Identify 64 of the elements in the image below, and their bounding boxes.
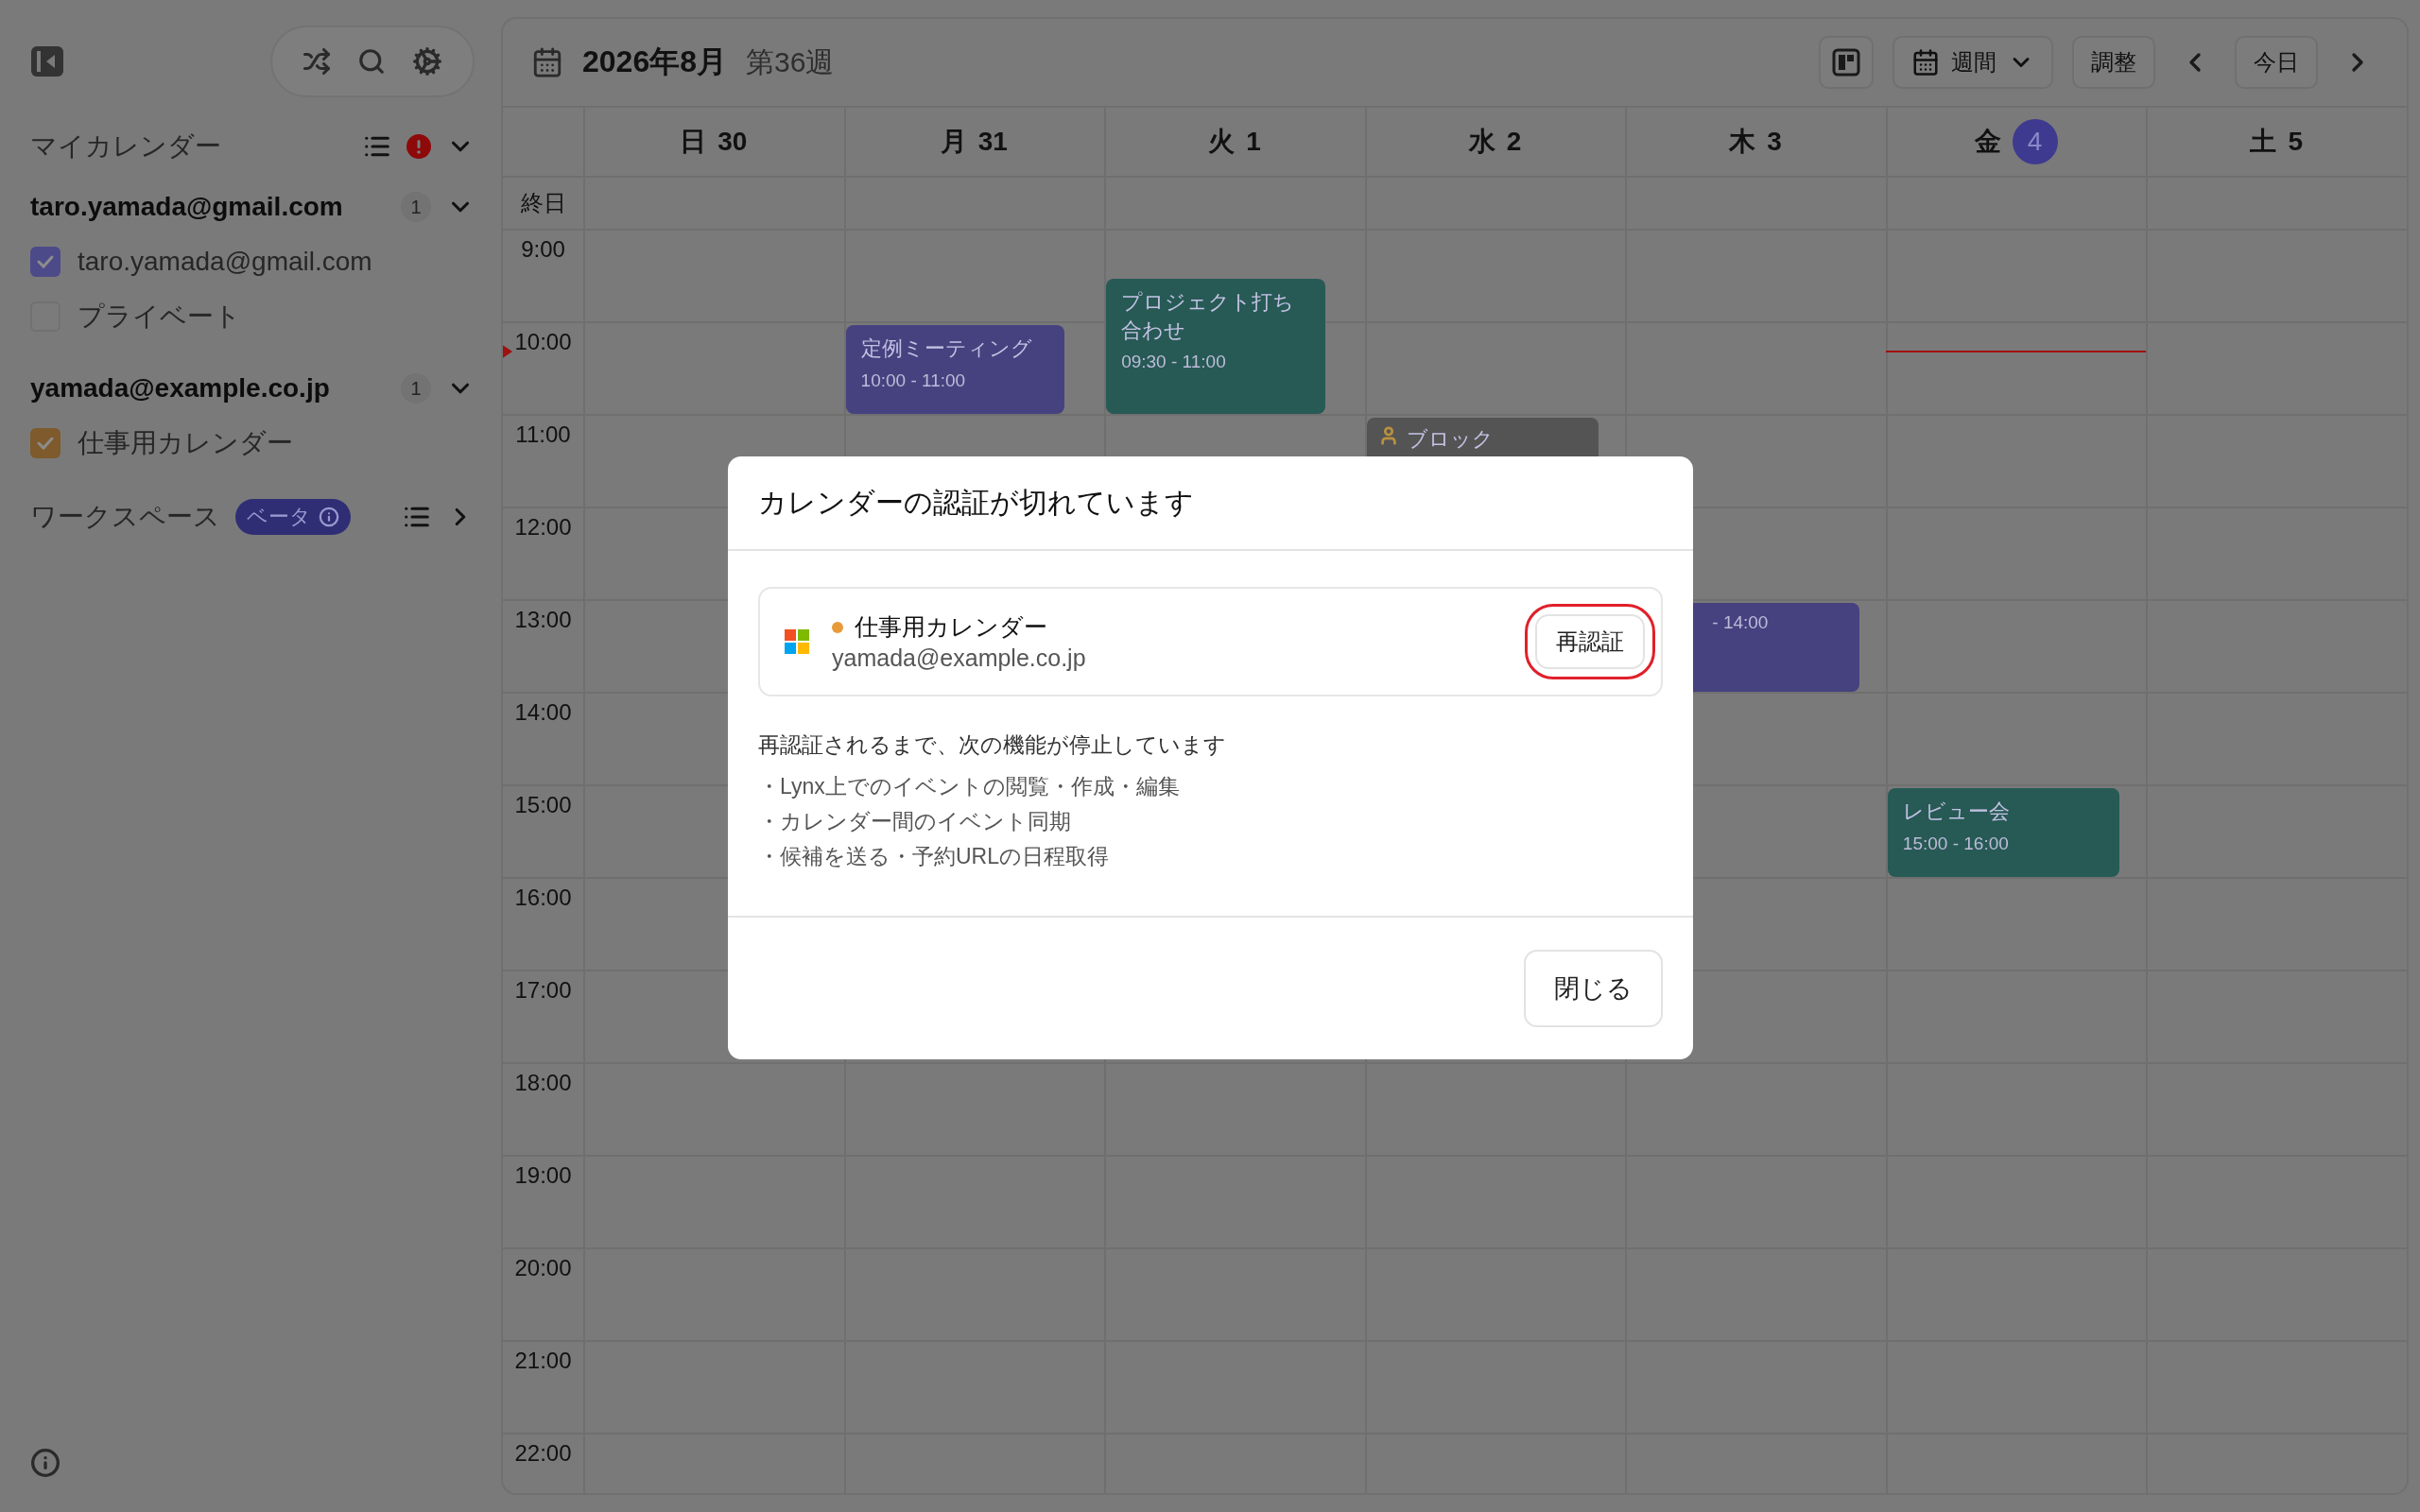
close-button[interactable]: 閉じる: [1524, 950, 1663, 1027]
time-label: 19:00: [514, 1162, 572, 1189]
time-label: 14:00: [514, 699, 572, 726]
weekday-label: 金: [1974, 126, 2001, 158]
event-time: 10:00 - 11:00: [860, 369, 967, 391]
account-title: yamada@example.co.jp: [30, 373, 331, 404]
date-label: 3: [1767, 127, 1782, 157]
today-button[interactable]: 今日: [2235, 36, 2318, 89]
event-card[interactable]: プロジェクト打ち合わせ 09:30 - 11:00: [1106, 279, 1325, 414]
time-label: 18:00: [514, 1070, 572, 1096]
all-day-label: 終日: [520, 189, 566, 217]
date-label: 1: [1246, 127, 1261, 157]
calendar-name: taro.yamada@gmail.com: [78, 247, 372, 277]
feature-item: ・Lynx上でのイベントの閲覧・作成・編集: [758, 773, 1181, 800]
view-select[interactable]: 週間: [1893, 36, 2053, 89]
reauth-button[interactable]: 再認証: [1535, 614, 1645, 669]
date-label: 31: [977, 127, 1008, 157]
time-label: 10:00: [514, 329, 572, 355]
section-title: ワークスペース: [30, 501, 220, 533]
calendar-name: プライベート: [78, 301, 241, 333]
event-title: プロジェクト打ち合わせ: [1121, 289, 1296, 344]
date-label: 5: [2288, 127, 2303, 157]
feature-item: ・候補を送る・予約URLの日程取得: [758, 843, 1110, 870]
date-label: 2: [1506, 127, 1522, 157]
event-time: 09:30 - 11:00: [1121, 352, 1227, 373]
event-card[interactable]: レビュー会 15:00 - 16:00: [1887, 788, 2120, 877]
weekday-label: 月: [940, 126, 967, 158]
event-title: ブロック: [1406, 426, 1494, 453]
time-label: 15:00: [514, 792, 572, 818]
account-email: yamada@example.co.jp: [832, 644, 1087, 672]
time-label: 16:00: [514, 885, 572, 911]
dialog-title: カレンダーの認証が切れています: [758, 485, 1194, 520]
weekday-label: 土: [2250, 126, 2277, 158]
month-title: 2026年8月: [582, 43, 727, 80]
feature-item: ・カレンダー間のイベント同期: [758, 808, 1072, 835]
time-label: 20:00: [514, 1255, 572, 1281]
weekday-label: 日: [680, 126, 707, 158]
date-label: 30: [717, 127, 748, 157]
calendar-name: 仕事用カレンダー: [855, 612, 1047, 642]
weekday-label: 木: [1729, 126, 1756, 158]
event-title: 定例ミーティング: [860, 335, 1033, 362]
event-time: 15:00 - 16:00: [1902, 833, 2010, 854]
time-label: 13:00: [514, 607, 572, 633]
time-label: 9:00: [521, 236, 565, 263]
count-badge: 1: [401, 373, 431, 404]
adjust-button[interactable]: 調整: [2072, 36, 2155, 89]
weekday-label: 火: [1208, 126, 1236, 158]
time-label: 12:00: [514, 514, 572, 541]
section-title: マイカレンダー: [30, 130, 222, 163]
account-title: taro.yamada@gmail.com: [30, 192, 344, 222]
event-time: - 14:00: [1712, 612, 1770, 633]
beta-badge: ベータ: [235, 499, 351, 535]
count-badge: 1: [401, 192, 431, 222]
time-label: 17:00: [514, 977, 572, 1004]
weekday-label: 水: [1468, 126, 1495, 158]
time-label: 11:00: [515, 421, 571, 448]
calendar-name: 仕事用カレンダー: [78, 427, 293, 459]
event-card[interactable]: 定例ミーティング 10:00 - 11:00: [845, 325, 1065, 414]
time-label: 22:00: [514, 1440, 572, 1467]
event-title: レビュー会: [1902, 799, 2011, 825]
date-label: 4: [2012, 119, 2058, 164]
time-label: 21:00: [514, 1348, 572, 1374]
dialog-message: 再認証されるまで、次の機能が停止しています: [758, 731, 1227, 759]
week-number: 第36週: [746, 44, 835, 79]
